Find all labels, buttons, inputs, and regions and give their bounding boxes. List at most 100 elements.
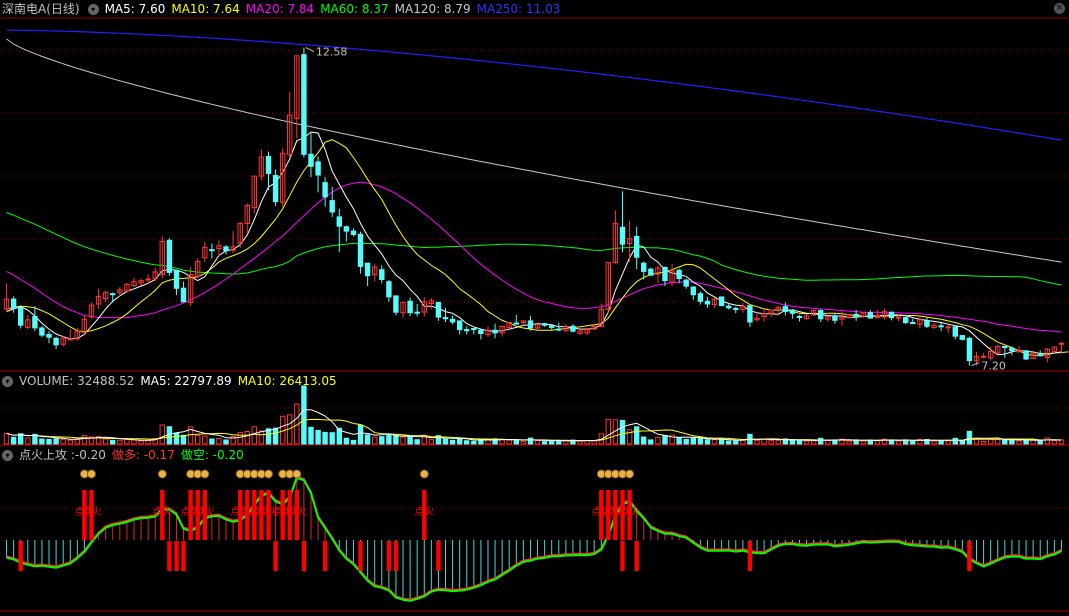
volume-bar bbox=[329, 432, 335, 445]
volume-bar bbox=[676, 437, 682, 445]
zuoduo-legend: 做多: -0.17 bbox=[111, 448, 175, 462]
volume-bar bbox=[393, 434, 399, 445]
candle-body bbox=[903, 317, 909, 324]
candle-body bbox=[223, 246, 229, 252]
chevron-down-icon[interactable]: ▾ bbox=[87, 4, 99, 15]
kline-chart: 12.587.20点火点火 点火 点火点火点火 点火点火点火点火点火点火点火点火 点火点… bbox=[0, 17, 1069, 612]
volume-bar bbox=[202, 435, 208, 445]
candle-body bbox=[209, 249, 215, 252]
chevron-down-icon[interactable]: ▾ bbox=[2, 450, 13, 461]
signal-bar-down bbox=[967, 541, 972, 571]
zuokong-legend: 做空: -0.20 bbox=[180, 448, 244, 462]
volume-bar bbox=[718, 438, 725, 445]
close-icon[interactable]: × bbox=[1054, 3, 1065, 14]
volume-bar bbox=[683, 438, 689, 445]
indicator-panel-header: ▾ 点火上攻 :-0.20 做多: -0.17 做空: -0.20 bbox=[0, 446, 250, 464]
volume-bar bbox=[131, 439, 137, 445]
candle-body bbox=[414, 311, 420, 314]
candle-body bbox=[180, 287, 187, 303]
candle-body bbox=[173, 269, 180, 289]
volume-bar bbox=[811, 440, 817, 445]
volume-bar bbox=[803, 440, 810, 445]
volume-bar bbox=[506, 439, 512, 445]
candle-body bbox=[641, 262, 647, 272]
candle-body bbox=[393, 295, 399, 313]
ma120-legend: MA120: 8.79 bbox=[394, 2, 471, 16]
volume-bar bbox=[60, 438, 66, 445]
volume-bar bbox=[874, 440, 881, 445]
zuoduo-line bbox=[6, 475, 1062, 601]
volume-bar bbox=[350, 439, 357, 445]
volume-bar bbox=[966, 430, 973, 445]
signal-bar-down bbox=[301, 541, 307, 571]
candle-body bbox=[867, 312, 873, 319]
volume-bar bbox=[322, 431, 328, 445]
candle-body bbox=[343, 226, 350, 232]
candle-body bbox=[145, 278, 151, 281]
signal-bar-down bbox=[181, 541, 186, 571]
candle-body bbox=[442, 317, 449, 320]
candle-body bbox=[938, 325, 944, 328]
ma60-legend: MA60: 8.37 bbox=[320, 2, 389, 16]
volume-bar bbox=[195, 434, 201, 445]
volume-bar bbox=[301, 385, 307, 445]
volume-bar bbox=[428, 439, 435, 445]
signal-bar-down bbox=[167, 541, 172, 571]
volume-bar bbox=[400, 436, 406, 445]
volume-bar bbox=[117, 439, 123, 445]
volume-bar bbox=[53, 438, 59, 445]
low-price-label: 7.20 bbox=[981, 360, 1006, 373]
volume-bar bbox=[67, 439, 73, 445]
volume-bar bbox=[662, 435, 668, 445]
fire-signal-label: 点火 bbox=[195, 506, 215, 518]
candle-body bbox=[924, 320, 930, 327]
candle-body bbox=[386, 281, 392, 298]
volume-bar bbox=[1016, 440, 1022, 445]
candle-body bbox=[336, 216, 343, 227]
volume-bar bbox=[315, 429, 321, 445]
candle-body bbox=[789, 309, 796, 314]
candle-body bbox=[492, 329, 498, 334]
volume-bar bbox=[648, 439, 654, 445]
candle-body bbox=[747, 305, 753, 323]
candle-body bbox=[32, 316, 38, 329]
candle-body bbox=[648, 268, 654, 276]
candle-body bbox=[329, 200, 335, 213]
volume-bar bbox=[464, 440, 470, 445]
ma20-legend: MA20: 7.84 bbox=[245, 2, 315, 16]
signal-bar-down bbox=[747, 541, 753, 571]
candle-body bbox=[853, 313, 859, 318]
volume-bar bbox=[634, 426, 640, 445]
moneybag-icon bbox=[157, 469, 167, 479]
candle-body bbox=[782, 306, 788, 313]
candle-body bbox=[67, 338, 73, 341]
volume-bar bbox=[124, 439, 130, 445]
volume-bar bbox=[138, 440, 144, 445]
signal-bar-down bbox=[386, 541, 392, 571]
price-panel-header: 深南电A(日线) ▾ MA5: 7.60 MA10: 7.64 MA20: 7.84 MA… bbox=[0, 0, 566, 18]
candle-body bbox=[726, 305, 732, 309]
ma250-legend: MA250: 11.03 bbox=[476, 2, 561, 16]
volume-bar bbox=[1051, 440, 1058, 445]
volume-bar bbox=[10, 436, 17, 445]
candle-body bbox=[570, 325, 576, 332]
volume-bar bbox=[357, 424, 364, 445]
candle-body bbox=[18, 307, 24, 326]
candle-body bbox=[690, 286, 696, 296]
candle-body bbox=[471, 328, 477, 331]
candle-body bbox=[272, 175, 279, 203]
candle-body bbox=[315, 161, 321, 176]
volume-bar bbox=[980, 441, 987, 445]
volume-bar bbox=[81, 435, 88, 445]
volume-bar bbox=[159, 424, 166, 445]
candle-body bbox=[166, 239, 173, 273]
signal-bar-down bbox=[18, 541, 23, 571]
volume-bar bbox=[379, 436, 385, 445]
signal-bar-down bbox=[393, 541, 399, 571]
volume-bar bbox=[534, 440, 541, 445]
candle-body bbox=[966, 337, 973, 362]
volume-bar bbox=[46, 439, 52, 445]
volume-bar bbox=[825, 439, 831, 445]
chevron-down-icon[interactable]: ▾ bbox=[2, 376, 13, 387]
volume-bar bbox=[1058, 439, 1065, 445]
